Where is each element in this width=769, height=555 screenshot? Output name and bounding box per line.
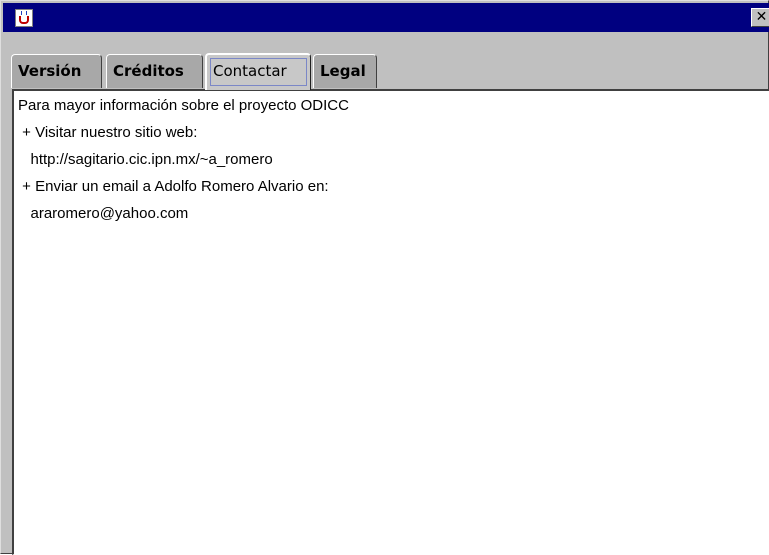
tab-contactar[interactable]: Contactar <box>205 53 311 90</box>
visit-website-line: + Visitar nuestro sitio web: <box>18 124 198 141</box>
tab-creditos-label: Créditos <box>113 62 184 80</box>
tab-legal-label: Legal <box>320 62 366 80</box>
cup-icon <box>19 16 29 24</box>
website-url-line: http://sagitario.cic.ipn.mx/~a_romero <box>18 151 273 168</box>
tab-creditos[interactable]: Créditos <box>106 54 203 88</box>
java-cup-icon[interactable] <box>15 9 33 27</box>
tab-contactar-label: Contactar <box>213 62 287 80</box>
tab-legal[interactable]: Legal <box>313 54 377 88</box>
contact-text: Para mayor información sobre el proyecto… <box>18 97 769 554</box>
tab-version-label: Versión <box>18 62 82 80</box>
steam-icon <box>21 11 27 15</box>
close-button[interactable]: ✕ <box>751 8 769 27</box>
info-intro-line: Para mayor información sobre el proyecto… <box>18 97 349 114</box>
contact-text-area[interactable]: Para mayor información sobre el proyecto… <box>12 89 769 555</box>
title-bar[interactable]: ✕ <box>3 3 769 32</box>
send-email-line: + Enviar un email a Adolfo Romero Alvari… <box>18 178 329 195</box>
about-window: ✕ Versión Créditos Contactar Legal Para … <box>0 0 769 555</box>
tab-version[interactable]: Versión <box>11 54 102 88</box>
email-address-line: araromero@yahoo.com <box>18 205 189 222</box>
